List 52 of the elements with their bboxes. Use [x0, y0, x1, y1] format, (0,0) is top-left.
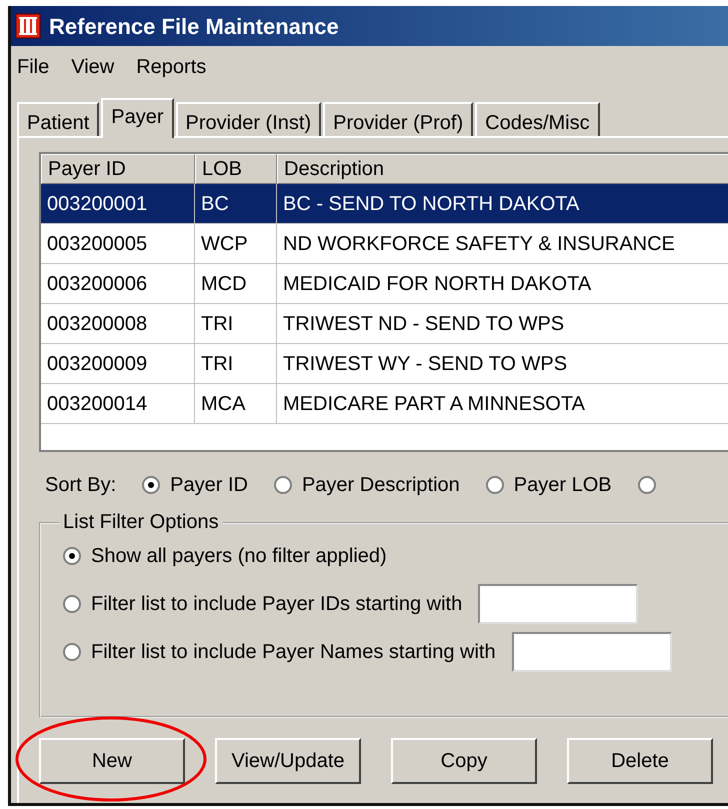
- column-header[interactable]: LOB: [195, 154, 277, 184]
- tab[interactable]: Payer: [101, 98, 174, 138]
- tab[interactable]: Provider (Inst): [176, 102, 322, 136]
- table-cell: ND WORKFORCE SAFETY & INSURANCE: [277, 224, 728, 264]
- menu-item[interactable]: File: [17, 52, 50, 82]
- table-cell: 003200009: [41, 344, 195, 384]
- action-button[interactable]: View/Update: [215, 738, 361, 784]
- radio-button[interactable]: [142, 476, 160, 494]
- input-field[interactable]: [478, 584, 638, 624]
- table-cell: MEDICARE PART A MINNESOTA: [277, 384, 728, 424]
- tab[interactable]: Patient: [17, 102, 100, 136]
- radio-button[interactable]: [63, 547, 81, 565]
- radio-button[interactable]: [638, 476, 656, 494]
- table-cell: 003200006: [41, 264, 195, 304]
- table-cell: TRIWEST WY - SEND TO WPS: [277, 344, 728, 384]
- action-button[interactable]: Copy: [391, 738, 537, 784]
- table-cell: 003200005: [41, 224, 195, 264]
- table-cell: 003200014: [41, 384, 195, 424]
- action-button[interactable]: Delete: [567, 738, 713, 784]
- radio-label[interactable]: Payer ID: [170, 470, 248, 500]
- table-cell: 003200008: [41, 304, 195, 344]
- window-title: Reference File Maintenance: [49, 12, 339, 40]
- field-label: Sort By:: [45, 473, 116, 498]
- radio-button[interactable]: [486, 476, 504, 494]
- table-cell: WCP: [195, 224, 277, 264]
- radio-button[interactable]: [63, 643, 81, 661]
- table-cell: MCA: [195, 384, 277, 424]
- table-cell: TRI: [195, 344, 277, 384]
- radio-label[interactable]: Filter list to include Payer Names starting with: [91, 637, 496, 667]
- column-header[interactable]: Payer ID: [41, 154, 195, 184]
- table-cell: MEDICAID FOR NORTH DAKOTA: [277, 264, 728, 304]
- tab[interactable]: Provider (Prof): [323, 102, 474, 136]
- menu-item[interactable]: View: [71, 52, 114, 82]
- menu-item[interactable]: Reports: [136, 52, 206, 82]
- input-field[interactable]: [512, 632, 672, 672]
- app-icon: [15, 13, 41, 39]
- radio-label[interactable]: Payer LOB: [514, 470, 612, 500]
- table-cell: 003200001: [41, 184, 195, 224]
- table-cell: TRIWEST ND - SEND TO WPS: [277, 304, 728, 344]
- table-cell: TRI: [195, 304, 277, 344]
- radio-label[interactable]: Filter list to include Payer IDs starting with: [91, 589, 462, 619]
- table-cell: BC: [195, 184, 277, 224]
- radio-label[interactable]: Payer Description: [302, 470, 460, 500]
- tab[interactable]: Codes/Misc: [475, 102, 600, 136]
- radio-button[interactable]: [63, 595, 81, 613]
- radio-label[interactable]: Show all payers (no filter applied): [91, 541, 387, 571]
- table-cell: BC - SEND TO NORTH DAKOTA: [277, 184, 728, 224]
- action-button[interactable]: New: [39, 738, 185, 784]
- radio-button[interactable]: [274, 476, 292, 494]
- group-title: List Filter Options: [59, 512, 223, 532]
- column-header[interactable]: Description: [277, 154, 728, 184]
- table-cell: MCD: [195, 264, 277, 304]
